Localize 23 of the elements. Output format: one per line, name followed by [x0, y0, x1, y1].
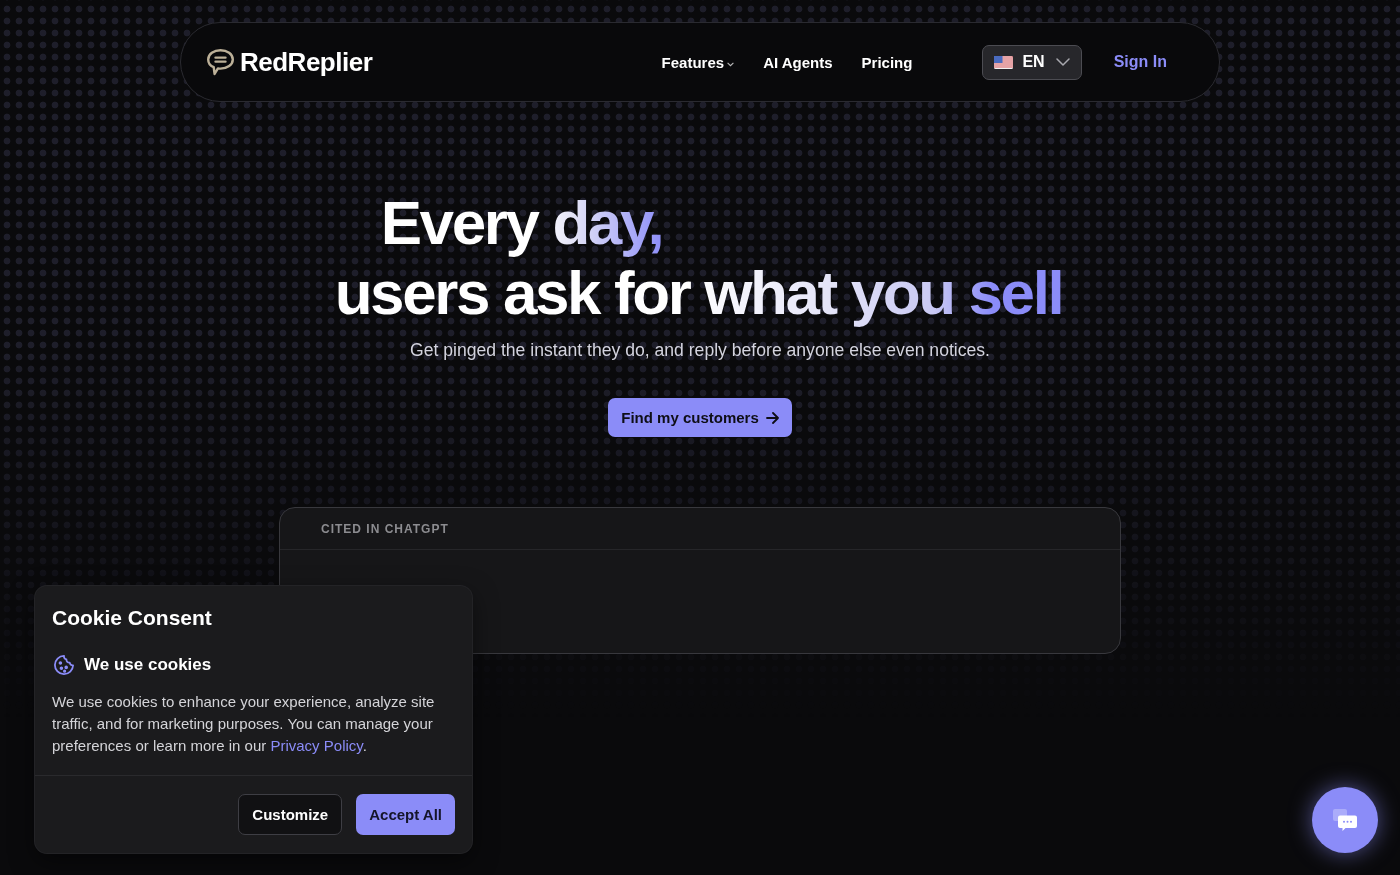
cookie-description: We use cookies to enhance your experience, analyze site traffic, and for marketing purposes. You can manage your preferences or learn more in our Privacy Policy. — [52, 692, 436, 756]
sign-in-link[interactable]: Sign In — [1103, 45, 1177, 79]
cta-button[interactable]: Find my customers — [608, 398, 792, 437]
hero-subtitle: Get pinged the instant they do, and reply before anyone else even notices. — [410, 339, 990, 362]
flag-icon — [994, 55, 1014, 69]
nav-link[interactable]: AI Agents — [763, 53, 833, 71]
nav-link[interactable]: Features — [661, 53, 735, 71]
speech-bubble-logo-icon — [206, 48, 235, 76]
caret-icon — [727, 61, 735, 67]
language-selector[interactable]: EN — [982, 44, 1082, 80]
logo-link[interactable]: RedReplier — [206, 46, 373, 78]
nav-link[interactable]: Pricing — [861, 53, 913, 71]
chat-button[interactable] — [1312, 787, 1378, 853]
accept-all-button[interactable]: Accept All — [356, 794, 455, 835]
arrow-right-icon — [765, 411, 779, 424]
customize-button[interactable]: Customize — [238, 794, 343, 835]
cookie-icon — [53, 654, 75, 676]
chevron-down-icon — [1055, 58, 1070, 66]
card-label: CITED IN CHATGPT — [321, 521, 449, 536]
cookie-title: Cookie Consent — [52, 605, 213, 631]
chat-bubbles-icon — [1333, 809, 1357, 831]
privacy-policy-link[interactable]: Privacy Policy — [270, 737, 363, 754]
cookie-heading: We use cookies — [84, 655, 212, 675]
